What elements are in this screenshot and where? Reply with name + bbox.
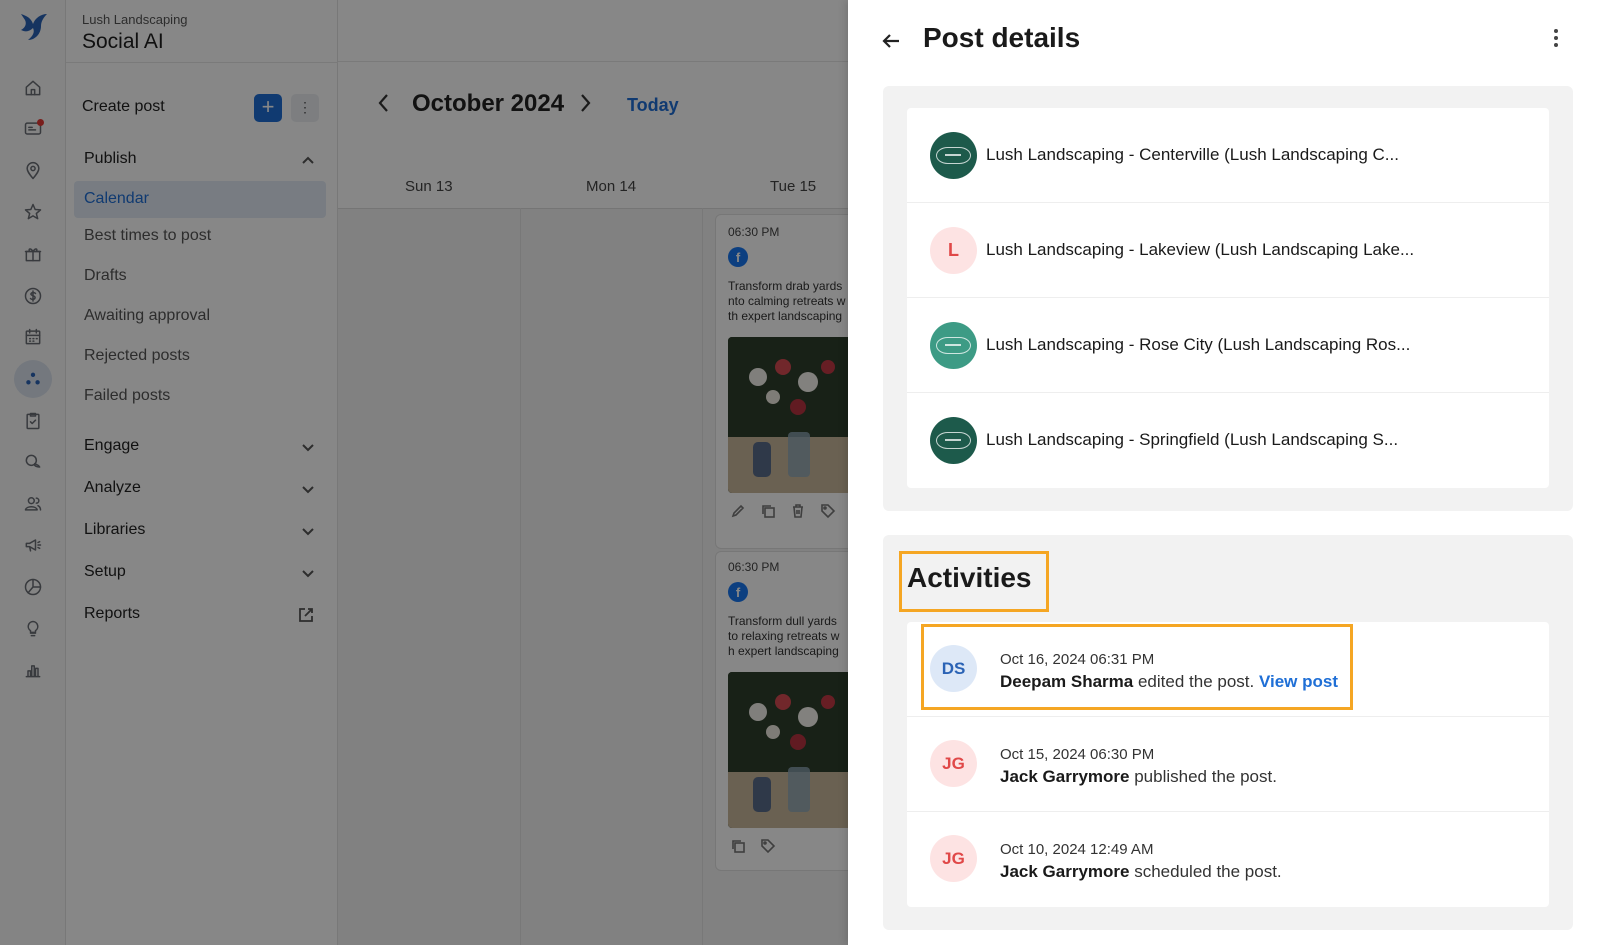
location-avatar: L bbox=[930, 227, 977, 274]
modal-backdrop[interactable] bbox=[0, 0, 848, 945]
activity-action: scheduled the post. bbox=[1134, 862, 1282, 881]
avatar: JG bbox=[930, 740, 977, 787]
location-row: Lush Landscaping - Rose City (Lush Lands… bbox=[907, 298, 1549, 393]
locations-section: Lush Landscaping - Centerville (Lush Lan… bbox=[883, 86, 1573, 511]
activity-user: Jack Garrymore bbox=[1000, 862, 1130, 881]
location-name: Lush Landscaping - Springfield (Lush Lan… bbox=[986, 430, 1399, 449]
post-details-drawer: Post details Lush Landscaping - Centervi… bbox=[848, 0, 1600, 945]
location-avatar bbox=[930, 417, 977, 464]
location-row: Lush Landscaping - Centerville (Lush Lan… bbox=[907, 108, 1549, 203]
activities-list: DS Oct 16, 2024 06:31 PM Deepam Sharma e… bbox=[907, 622, 1549, 907]
location-name: Lush Landscaping - Lakeview (Lush Landsc… bbox=[986, 240, 1415, 259]
location-name: Lush Landscaping - Rose City (Lush Lands… bbox=[986, 335, 1411, 354]
back-arrow-icon[interactable] bbox=[880, 30, 902, 52]
activity-user: Jack Garrymore bbox=[1000, 767, 1130, 786]
highlight-box bbox=[921, 624, 1353, 710]
location-name: Lush Landscaping - Centerville (Lush Lan… bbox=[986, 145, 1399, 164]
highlight-box bbox=[899, 551, 1049, 612]
activity-row: DS Oct 16, 2024 06:31 PM Deepam Sharma e… bbox=[907, 622, 1549, 717]
activity-row: JG Oct 10, 2024 12:49 AM Jack Garrymore … bbox=[907, 812, 1549, 907]
drawer-title: Post details bbox=[923, 22, 1081, 53]
avatar: JG bbox=[930, 835, 977, 882]
locations-list: Lush Landscaping - Centerville (Lush Lan… bbox=[907, 108, 1549, 488]
activity-time: Oct 10, 2024 12:49 AM bbox=[1000, 841, 1154, 858]
location-avatar bbox=[930, 132, 977, 179]
activity-action: published the post. bbox=[1134, 767, 1277, 786]
activity-row: JG Oct 15, 2024 06:30 PM Jack Garrymore … bbox=[907, 717, 1549, 812]
location-row: L Lush Landscaping - Lakeview (Lush Land… bbox=[907, 203, 1549, 298]
location-row: Lush Landscaping - Springfield (Lush Lan… bbox=[907, 393, 1549, 488]
activity-time: Oct 15, 2024 06:30 PM bbox=[1000, 746, 1155, 763]
activities-section: Activities DS Oct 16, 2024 06:31 PM Deep… bbox=[883, 535, 1573, 930]
activity-line: Jack Garrymore published the post. bbox=[1000, 767, 1277, 787]
location-avatar bbox=[930, 322, 977, 369]
more-vertical-icon[interactable] bbox=[1550, 26, 1562, 50]
activity-line: Jack Garrymore scheduled the post. bbox=[1000, 862, 1282, 882]
